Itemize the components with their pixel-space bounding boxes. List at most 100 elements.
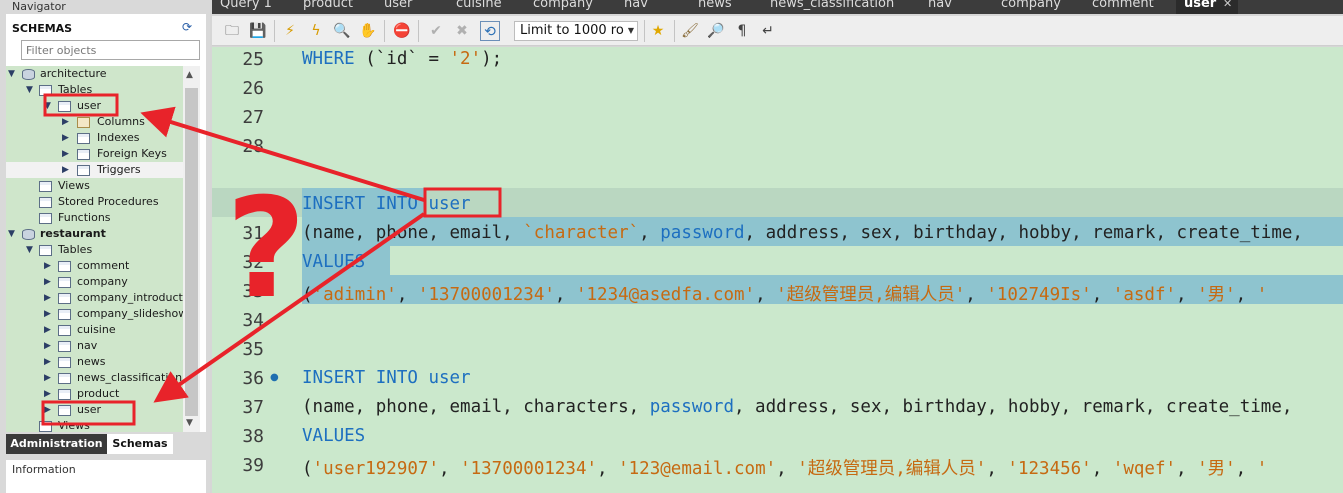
fold-marker-icon[interactable]: ●	[270, 372, 279, 383]
tree-node-table[interactable]: ▶ company_introductio	[6, 290, 183, 306]
tree-node-table[interactable]: ▶ news_classification	[6, 370, 183, 386]
tree-node-table[interactable]: ▶ news	[6, 354, 183, 370]
tab-schemas[interactable]: Schemas	[107, 434, 173, 454]
tree-node-arch-views[interactable]: Views	[6, 178, 183, 194]
collapsed-arrow-icon[interactable]: ▶	[44, 290, 54, 306]
tree-node-arch-tables[interactable]: ▼ Tables	[6, 82, 183, 98]
tree-scrollbar[interactable]: ▲ ▼	[183, 66, 200, 432]
tree-node-foreign-keys[interactable]: ▶ Foreign Keys	[6, 146, 183, 162]
invisible-chars-pilcrow-icon[interactable]: ¶	[732, 21, 752, 41]
tree-node-table[interactable]: ▶ nav	[6, 338, 183, 354]
sql-text: ,	[1176, 459, 1198, 479]
tab-query-1[interactable]: Query 1	[220, 0, 272, 11]
filter-objects-input[interactable]	[21, 40, 200, 60]
tree-node-columns[interactable]: ▶ Columns	[6, 114, 183, 130]
tree-node-rest-tables[interactable]: ▼ Tables	[6, 242, 183, 258]
foreign-keys-folder-icon	[77, 149, 90, 160]
tab-nav-2[interactable]: nav	[928, 0, 952, 11]
mysql-workbench-window: Navigator SCHEMAS ⟳ ▼ architecture ▼ Tab…	[0, 0, 1343, 493]
collapsed-arrow-icon[interactable]: ▶	[44, 258, 54, 274]
toolbar-separator	[274, 20, 275, 42]
fold-marker-icon[interactable]: ●	[270, 198, 279, 209]
expanded-arrow-icon[interactable]: ▼	[26, 82, 36, 98]
tree-node-table[interactable]: ▶ user	[6, 402, 183, 418]
tree-node-functions[interactable]: Functions	[6, 210, 183, 226]
collapsed-arrow-icon[interactable]: ▶	[44, 370, 54, 386]
tree-node-architecture[interactable]: ▼ architecture	[6, 66, 183, 82]
collapsed-arrow-icon[interactable]: ▶	[44, 354, 54, 370]
sql-table-name: user	[417, 368, 471, 388]
scrollbar-thumb[interactable]	[185, 88, 198, 416]
collapsed-arrow-icon[interactable]: ▶	[62, 114, 72, 130]
tab-news-classification[interactable]: news_classification	[770, 0, 894, 11]
tree-label: Tables	[58, 83, 93, 96]
rollback-x-icon[interactable]: ✖	[452, 21, 472, 41]
expanded-arrow-icon[interactable]: ▼	[26, 242, 36, 258]
tree-node-table[interactable]: ▶ cuisine	[6, 322, 183, 338]
tree-node-arch-user[interactable]: ▼ user	[6, 98, 183, 114]
open-folder-icon[interactable]: 🗀	[222, 21, 242, 41]
add-snippet-star-icon[interactable]: ★	[648, 21, 668, 41]
find-magnifier-icon[interactable]: 🔎	[706, 21, 726, 41]
tab-company-2[interactable]: company	[1001, 0, 1061, 11]
sql-text: ,	[1091, 285, 1113, 305]
tree-node-table[interactable]: ▶ company	[6, 274, 183, 290]
tree-node-indexes[interactable]: ▶ Indexes	[6, 130, 183, 146]
wrap-lines-icon[interactable]: ↵	[758, 21, 778, 41]
collapsed-arrow-icon[interactable]: ▶	[62, 162, 72, 178]
tab-nav[interactable]: nav	[624, 0, 648, 11]
commit-check-icon[interactable]: ✔	[426, 21, 446, 41]
expanded-arrow-icon[interactable]: ▼	[44, 98, 54, 114]
tree-label: Stored Procedures	[58, 195, 159, 208]
execute-lightning-icon[interactable]: ⚡	[280, 21, 300, 41]
execute-current-lightning-icon[interactable]: ϟ	[306, 21, 326, 41]
refresh-schemas-icon[interactable]: ⟳	[182, 20, 192, 34]
tree-node-table[interactable]: ▶ company_slideshow	[6, 306, 183, 322]
autocommit-toggle-icon[interactable]: ⟲	[480, 21, 500, 41]
collapsed-arrow-icon[interactable]: ▶	[44, 274, 54, 290]
collapsed-arrow-icon[interactable]: ▶	[44, 338, 54, 354]
collapsed-arrow-icon[interactable]: ▶	[62, 130, 72, 146]
close-tab-icon[interactable]: ✕	[1223, 0, 1232, 10]
collapsed-arrow-icon[interactable]: ▶	[44, 386, 54, 402]
tree-node-triggers[interactable]: ▶ Triggers	[6, 162, 183, 178]
sql-code-editor[interactable]: 25 WHERE (`id` = '2'); 26 27 28 30 ● INS…	[212, 47, 1343, 493]
collapsed-arrow-icon[interactable]: ▶	[44, 322, 54, 338]
sql-text: ,	[1091, 459, 1113, 479]
tree-node-rest-views[interactable]: Views	[6, 418, 183, 432]
save-icon[interactable]: 💾	[248, 21, 268, 41]
scroll-up-icon[interactable]: ▲	[186, 70, 193, 80]
explain-magnifier-icon[interactable]: 🔍	[332, 21, 352, 41]
stop-on-error-icon[interactable]: ⛔	[392, 21, 412, 41]
code-line: ('user192907', '13700001234', '123@email…	[302, 455, 1267, 480]
tab-user[interactable]: user	[384, 0, 412, 11]
expanded-arrow-icon[interactable]: ▼	[8, 66, 18, 82]
expanded-arrow-icon[interactable]: ▼	[8, 226, 18, 242]
tab-comment[interactable]: comment	[1092, 0, 1154, 11]
scroll-down-icon[interactable]: ▼	[186, 418, 193, 428]
tab-news[interactable]: news	[698, 0, 732, 11]
table-name: product	[77, 387, 120, 400]
sql-text: , address, sex, birthday, hobby, remark,…	[733, 397, 1293, 417]
tab-company[interactable]: company	[533, 0, 593, 11]
sql-text: (`id` =	[354, 49, 450, 69]
tree-node-table[interactable]: ▶ comment	[6, 258, 183, 274]
collapsed-arrow-icon[interactable]: ▶	[44, 402, 54, 418]
collapsed-arrow-icon[interactable]: ▶	[62, 146, 72, 162]
stop-hand-icon[interactable]: ✋	[358, 21, 378, 41]
sql-string: '123456'	[1007, 459, 1092, 479]
tree-label: Tables	[58, 243, 93, 256]
sql-string: '2'	[449, 49, 482, 69]
beautify-brush-icon[interactable]: 🖌	[680, 21, 700, 41]
collapsed-arrow-icon[interactable]: ▶	[44, 306, 54, 322]
tree-node-restaurant[interactable]: ▼ restaurant	[6, 226, 183, 242]
chevron-down-icon[interactable]: ▼	[628, 22, 634, 40]
tab-user-active[interactable]: user	[1184, 0, 1216, 11]
tab-administration[interactable]: Administration	[6, 434, 107, 454]
schema-tree: ▼ architecture ▼ Tables ▼ user ▶ Columns…	[6, 66, 183, 432]
tree-node-stored-procedures[interactable]: Stored Procedures	[6, 194, 183, 210]
tab-cuisine[interactable]: cuisine	[456, 0, 502, 11]
tab-product[interactable]: product	[303, 0, 353, 11]
limit-rows-select[interactable]: Limit to 1000 ro ▼	[514, 21, 638, 41]
tree-node-table[interactable]: ▶ product	[6, 386, 183, 402]
